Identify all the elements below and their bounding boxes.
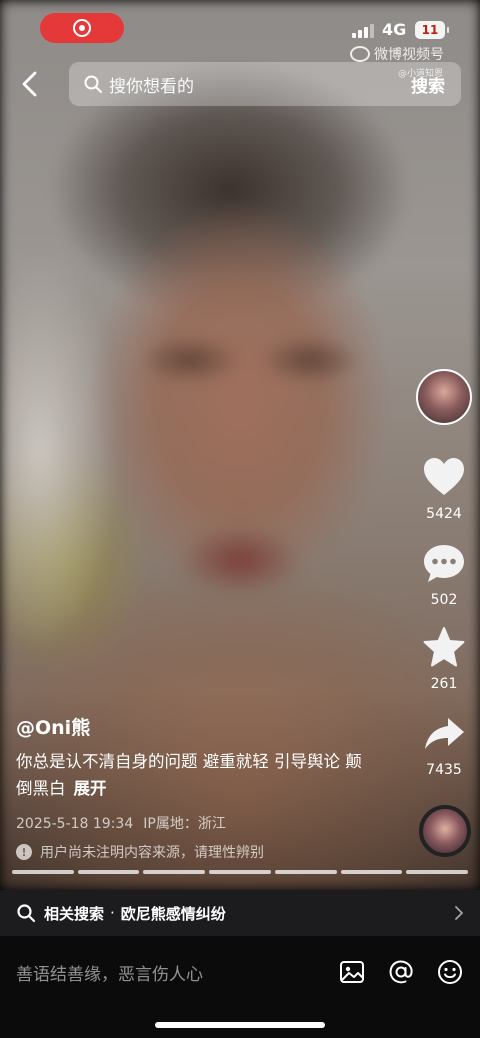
favorite-button[interactable]: 261 <box>414 626 474 692</box>
post-date: 2025-5-18 19:34 <box>16 816 134 832</box>
screen-record-indicator[interactable] <box>40 13 124 43</box>
image-icon <box>340 961 364 983</box>
image-button[interactable] <box>336 956 368 988</box>
network-type: 4G <box>382 20 407 39</box>
share-button[interactable]: 7435 <box>414 712 474 778</box>
comment-bar: 善语结善缘，恶言伤人心 <box>0 936 480 1038</box>
post-caption: 你总是认不清自身的问题 避重就轻 引导舆论 颠倒黑白 展开 <box>16 748 376 802</box>
progress-segment <box>77 870 140 874</box>
related-search-bar[interactable]: 相关搜索 · 欧尼熊感情纠纷 <box>0 890 480 936</box>
progress-segment <box>12 870 74 874</box>
share-icon <box>425 718 464 749</box>
video-detail <box>130 330 370 390</box>
favorite-count: 261 <box>430 676 458 692</box>
creator-avatar[interactable] <box>416 369 472 425</box>
comment-input[interactable]: 善语结善缘，恶言伤人心 <box>16 960 203 985</box>
like-count: 5424 <box>426 506 462 522</box>
search-input[interactable]: 搜你想看的 <box>109 72 411 97</box>
watermark: 微博视频号 <box>350 44 444 64</box>
search-icon <box>17 904 36 923</box>
related-label: 相关搜索 <box>44 904 105 923</box>
info-icon: ! <box>16 844 32 860</box>
progress-segment <box>143 870 206 874</box>
mention-button[interactable] <box>385 956 417 988</box>
emoji-icon <box>438 960 462 984</box>
search-bar[interactable]: 搜你想看的 搜索 <box>69 62 461 106</box>
progress-segments[interactable] <box>12 870 469 874</box>
progress-segment <box>274 870 337 874</box>
comment-button[interactable]: 502 <box>414 542 474 608</box>
like-button[interactable]: 5424 <box>414 456 474 522</box>
comment-count: 502 <box>430 592 458 608</box>
battery-icon: 11 <box>415 21 449 39</box>
back-icon <box>22 71 37 97</box>
video-detail <box>180 525 300 595</box>
weibo-logo-icon <box>350 46 370 62</box>
share-count: 7435 <box>426 762 462 778</box>
author-name[interactable]: @Oni熊 <box>16 713 90 740</box>
signal-icon <box>352 22 374 38</box>
expand-button[interactable]: 展开 <box>74 779 107 798</box>
comment-icon <box>424 545 464 582</box>
music-disc[interactable] <box>419 805 471 857</box>
search-button[interactable]: 搜索 <box>411 72 445 97</box>
home-indicator[interactable] <box>155 1022 325 1028</box>
battery-level: 11 <box>421 23 439 37</box>
post-meta: 2025-5-18 19:34 IP属地：浙江 <box>16 813 226 833</box>
chevron-right-icon <box>455 906 463 920</box>
at-icon <box>389 960 413 984</box>
progress-segment <box>340 870 403 874</box>
search-icon <box>84 75 102 93</box>
notice-text: 用户尚未注明内容来源，请理性辨别 <box>40 845 264 861</box>
related-query: 欧尼熊感情纠纷 <box>120 904 226 923</box>
progress-segment <box>209 870 271 874</box>
heart-icon <box>424 458 464 495</box>
emoji-button[interactable] <box>434 956 466 988</box>
back-button[interactable] <box>14 68 46 100</box>
watermark-brand: 微博视频号 <box>374 47 444 63</box>
progress-segment <box>406 870 469 874</box>
related-separator: · <box>110 904 115 922</box>
source-notice: ! 用户尚未注明内容来源，请理性辨别 <box>16 842 264 862</box>
post-location: IP属地：浙江 <box>143 816 226 832</box>
caption-text: 你总是认不清自身的问题 避重就轻 引导舆论 颠倒黑白 <box>16 752 362 798</box>
star-icon <box>423 627 465 667</box>
record-icon <box>73 19 91 37</box>
